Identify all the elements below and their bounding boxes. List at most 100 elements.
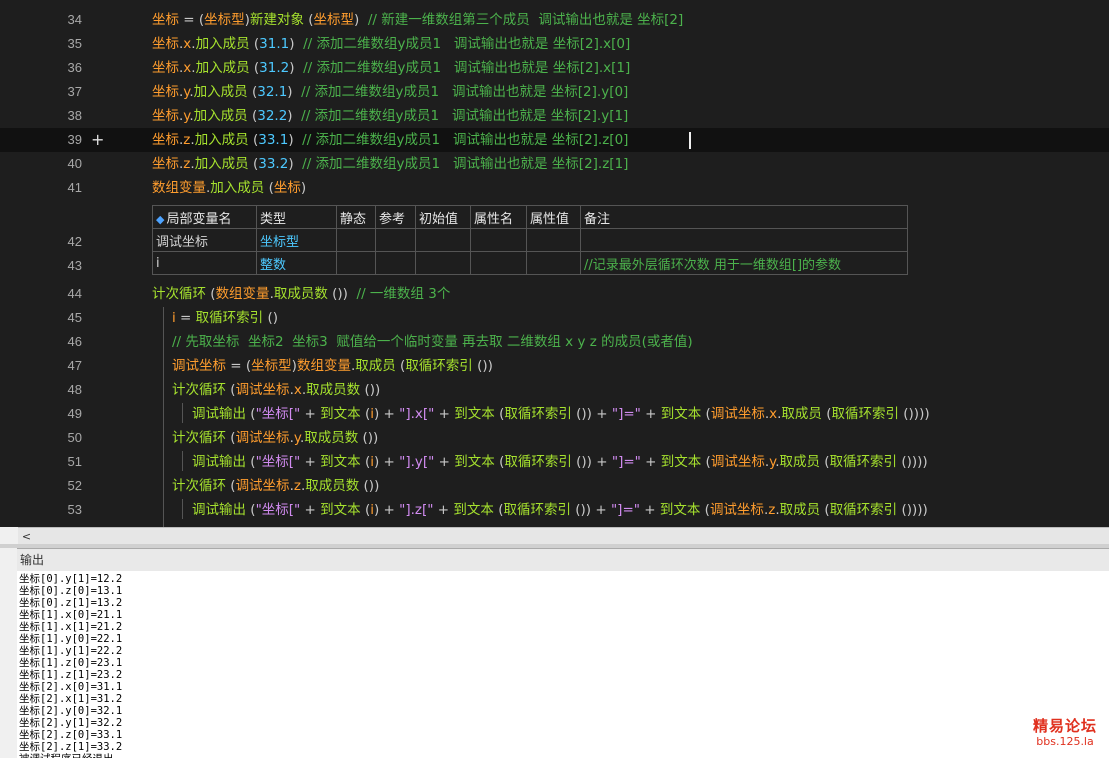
line-number: 50 [67, 430, 82, 445]
code-text: 坐标.y.加入成员 (32.1) // 添加二维数组y成员1 调试输出也就是 坐… [152, 80, 628, 104]
output-panel[interactable]: 坐标[0].y[1]=12.2 坐标[0].z[0]=13.1 坐标[0].z[1]… [17, 571, 1109, 758]
code-line-47[interactable]: 47 调试坐标 = (坐标型)数组变量.取成员 (取循环索引 ()) [0, 354, 1109, 378]
variable-table-cell[interactable] [526, 251, 581, 275]
token-var: 坐标 [152, 36, 179, 52]
token-op: ( [247, 108, 258, 124]
token-var: 坐标 [152, 156, 179, 172]
output-line: 坐标[1].x[1]=21.2 [19, 621, 123, 633]
token-fn: 取成员数 [306, 382, 361, 398]
code-line-38[interactable]: 38 坐标.y.加入成员 (32.2) // 添加二维数组y成员1 调试输出也就是… [0, 104, 1109, 128]
token-op: ( [700, 502, 710, 518]
output-line: 坐标[0].z[0]=13.1 [19, 585, 123, 597]
code-line-49[interactable]: 49 调试输出 ("坐标[" + 到文本 (i) + "].x[" + 到文本 (… [0, 402, 1109, 426]
local-variable-table[interactable]: ◆ 局部变量名 类型 静态 参考 初始值 属性名 属性值 备注 调试坐标 坐标型 i 整数//记录最外层… [152, 205, 908, 275]
code-line-35[interactable]: 35 坐标.x.加入成员 (31.1) // 添加二维数组y成员1 调试输出也就是… [0, 32, 1109, 56]
variable-table-cell[interactable] [336, 228, 376, 252]
code-line-36[interactable]: 36 坐标.x.加入成员 (31.2) // 添加二维数组y成员1 调试输出也就是… [0, 56, 1109, 80]
line-number: 46 [67, 334, 82, 349]
token-num: 31.1 [259, 36, 290, 52]
code-line-48[interactable]: 48 计次循环 (调试坐标.x.取成员数 ()) [0, 378, 1109, 402]
variable-table-cell[interactable] [580, 228, 908, 252]
variable-table-cell[interactable]: //记录最外层循环次数 用于一维数组[]的参数 [580, 251, 908, 275]
code-line-52[interactable]: 52 计次循环 (调试坐标.z.取成员数 ()) [0, 474, 1109, 498]
token-fn: 取成员数 [273, 286, 328, 302]
code-line-45[interactable]: 45 i = 取循环索引 () [0, 306, 1109, 330]
code-text: 计次循环 (数组变量.取成员数 ()) // 一维数组 3个 [152, 282, 450, 306]
output-panel-title: 输出 [20, 553, 45, 567]
token-fn: 加入成员 [195, 60, 250, 76]
indent-guide [182, 403, 183, 423]
scroll-left-arrow-icon[interactable]: < [18, 528, 35, 545]
line-number: 40 [67, 156, 82, 171]
token-str: "].y[" [399, 454, 435, 470]
code-line-37[interactable]: 37 坐标.y.加入成员 (32.1) // 添加二维数组y成员1 调试输出也就是… [0, 80, 1109, 104]
token-var: 坐标 [273, 180, 301, 196]
header-label: 属性名 [474, 211, 514, 227]
token-fn: 到文本 [660, 454, 702, 470]
token-op: ( [395, 358, 406, 374]
output-line: 坐标[2].z[1]=33.2 [19, 741, 123, 753]
token-var: 数组变量 [296, 358, 351, 374]
token-cmt: // 添加二维数组y成员1 调试输出也就是 坐标[2].y[1] [301, 108, 629, 124]
token-op: ( [360, 406, 371, 422]
line-number: 47 [67, 358, 82, 373]
token-fn: 取成员 [355, 358, 396, 374]
token-var: 坐标 [152, 84, 179, 100]
token-var: 调试坐标 [709, 502, 764, 518]
code-line-40[interactable]: 40 坐标.z.加入成员 (33.2) // 添加二维数组y成员1 调试输出也就是… [0, 152, 1109, 176]
code-line-53[interactable]: 53 调试输出 ("坐标[" + 到文本 (i) + "].z[" + 到文本 (… [0, 498, 1109, 522]
token-var: z [293, 478, 301, 494]
token-op: ()) [358, 430, 379, 446]
code-line-44[interactable]: 44 计次循环 (数组变量.取成员数 ()) // 一维数组 3个 [0, 282, 1109, 306]
token-fn: 新建对象 [249, 12, 304, 28]
token-op: ( [701, 454, 711, 470]
token-op: ( [226, 430, 236, 446]
variable-table-cell[interactable] [470, 228, 527, 252]
token-fn: 调试输出 [192, 454, 246, 470]
token-fn: 取循环索引 [504, 454, 572, 470]
code-line-39[interactable]: 39 + 坐标.z.加入成员 (33.1) // 添加二维数组y成员1 调试输出也就… [0, 128, 1109, 152]
code-editor[interactable]: 34 坐标 = (坐标型)新建对象 (坐标型) // 新建一维数组第三个成员 调试… [0, 0, 1109, 527]
token-cmt: // 一维数组 3个 [356, 286, 451, 302]
token-num: 33.2 [258, 156, 289, 172]
code-line-51[interactable]: 51 调试输出 ("坐标[" + 到文本 (i) + "].y[" + 到文本 (… [0, 450, 1109, 474]
variable-table-cell[interactable]: 坐标型 [256, 228, 337, 252]
token-var: 坐标 [152, 60, 179, 76]
token-fn: 取成员数 [304, 430, 359, 446]
output-line: 被调试程序已经退出 [19, 753, 114, 758]
code-line-50[interactable]: 50 计次循环 (调试坐标.y.取成员数 ()) [0, 426, 1109, 450]
variable-table-row[interactable]: 调试坐标 坐标型 [152, 228, 908, 252]
line-number: 45 [67, 310, 82, 325]
variable-table-cell[interactable]: 调试坐标 [152, 228, 257, 252]
variable-table-row[interactable]: i 整数 //记录最外层循环次数 用于一维数组[]的参数 [152, 251, 908, 275]
variable-table-cell[interactable] [415, 228, 471, 252]
token-var: x [769, 406, 778, 422]
code-line-34[interactable]: 34 坐标 = (坐标型)新建对象 (坐标型) // 新建一维数组第三个成员 调试… [0, 8, 1109, 32]
variable-table-cell[interactable]: 整数 [256, 251, 337, 275]
variable-table-cell[interactable] [470, 251, 527, 275]
token-op: + [433, 502, 454, 518]
token-op: + [300, 454, 321, 470]
code-line-41[interactable]: 41 数组变量.加入成员 (坐标) [0, 176, 1109, 200]
token-op: ) [288, 156, 303, 172]
variable-table-cell[interactable] [415, 251, 471, 275]
token-op: ( [247, 84, 258, 100]
variable-table-cell[interactable] [526, 228, 581, 252]
token-fn: 取循环索引 [831, 406, 899, 422]
token-var: 调试坐标 [235, 478, 290, 494]
token-op: () [263, 310, 278, 326]
horizontal-scrollbar[interactable]: < [18, 527, 1109, 545]
variable-table-cell[interactable] [336, 251, 376, 275]
variable-table-header-cell: 参考 [375, 205, 416, 229]
token-op: ) [300, 180, 307, 196]
variable-table-header-cell: 属性名 [470, 205, 527, 229]
variable-icon: ◆ [156, 212, 165, 226]
variable-table-cell[interactable]: i [152, 251, 257, 275]
line-number: 38 [67, 108, 82, 123]
token-fn: 到文本 [660, 406, 702, 422]
variable-table-cell[interactable] [375, 251, 416, 275]
token-op: ( [820, 502, 830, 518]
variable-table-cell[interactable] [375, 228, 416, 252]
text-cursor [689, 132, 691, 149]
code-line-46[interactable]: 46 // 先取坐标 坐标2 坐标3 赋值给一个临时变量 再去取 二维数组 x y… [0, 330, 1109, 354]
